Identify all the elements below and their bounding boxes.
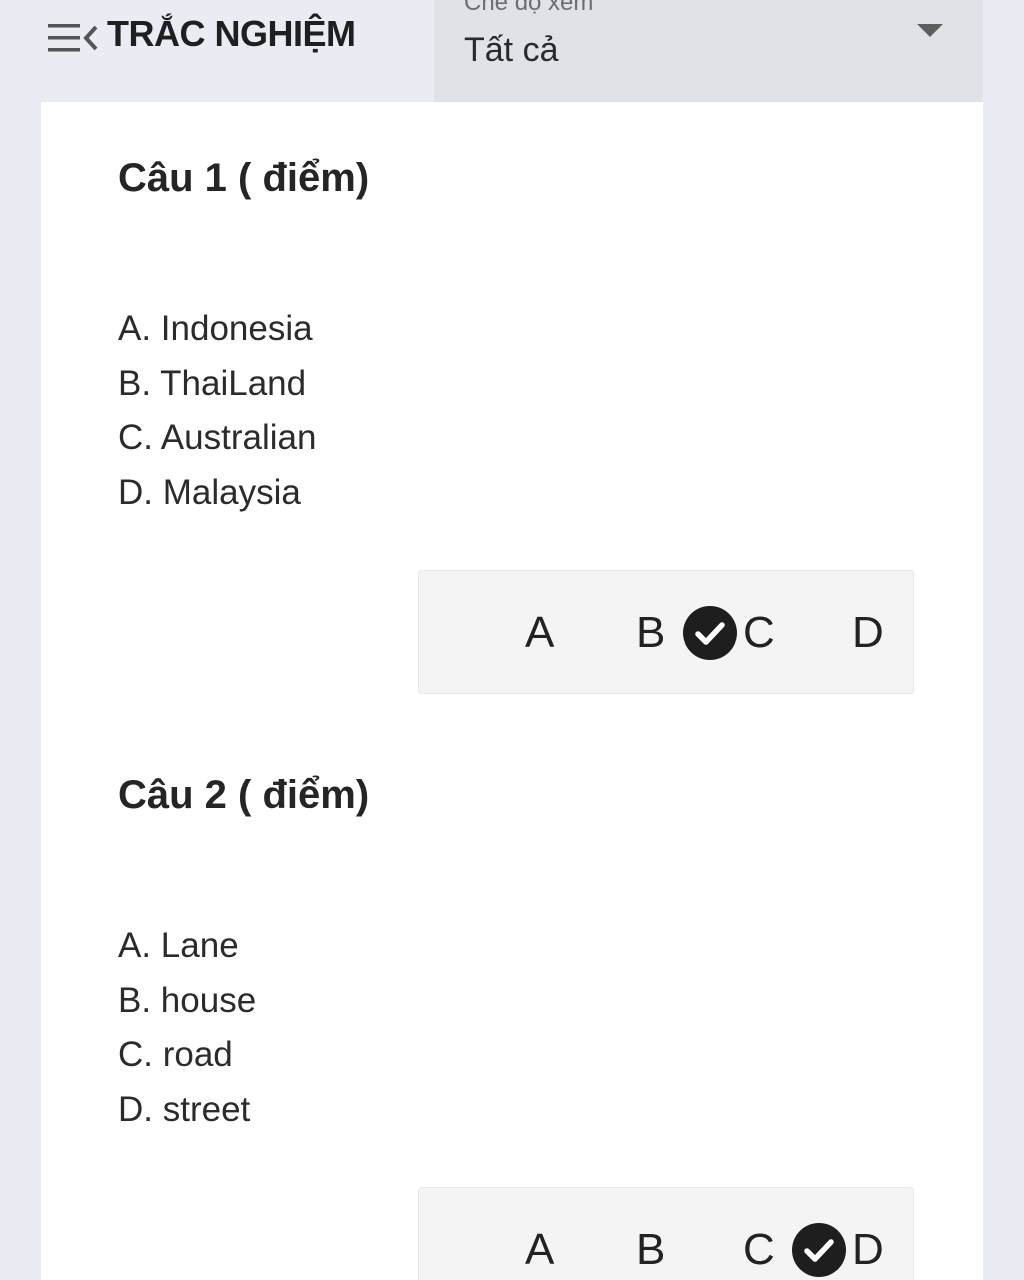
answer-letter: A [525, 608, 555, 657]
answer-choice-c[interactable]: C [743, 571, 775, 695]
answer-choice-d[interactable]: D [852, 1188, 884, 1280]
question-title: Câu 2 ( điểm) [118, 773, 370, 817]
view-mode-select[interactable]: Chế độ xem Tất cả [434, 0, 983, 102]
menu-toggle-button[interactable] [46, 18, 100, 58]
answer-letter: C [743, 608, 775, 657]
menu-collapse-icon [48, 24, 98, 52]
option-item: A. Lane [118, 926, 239, 965]
answer-choice-b[interactable]: B [636, 571, 665, 695]
answer-choice-a[interactable]: A [525, 571, 554, 695]
answer-letter: D [852, 1225, 884, 1274]
answer-bar: A B C D [418, 570, 914, 694]
view-mode-label: Chế độ xem [464, 0, 594, 16]
answer-letter: C [743, 1225, 775, 1274]
option-item: B. house [118, 980, 257, 1020]
answer-choice-c[interactable]: C [743, 1188, 775, 1280]
top-bar: TRẮC NGHIỆM Chế độ xem Tất cả [0, 0, 1024, 102]
check-circle-icon [792, 1223, 846, 1277]
option-item: A. Indonesia [118, 309, 313, 348]
chevron-down-icon [917, 24, 943, 37]
quiz-content: Câu 1 ( điểm) A. Indonesia B. ThaiLand C… [41, 102, 983, 1280]
answer-choice-d[interactable]: D [852, 571, 884, 695]
option-item: B. ThaiLand [118, 363, 307, 403]
question-title: Câu 1 ( điểm) [118, 156, 370, 200]
answer-choice-b[interactable]: B [636, 1188, 665, 1280]
answer-letter: B [636, 1225, 666, 1274]
view-mode-value: Tất cả [464, 31, 559, 69]
answer-letter: B [636, 608, 666, 657]
option-item: D. street [118, 1090, 251, 1130]
answer-bar: A B C D [418, 1187, 914, 1280]
option-item: C. Australian [118, 418, 317, 458]
check-circle-icon [683, 606, 737, 660]
option-list: A. Indonesia B. ThaiLand C. Australian D… [118, 302, 316, 521]
option-item: D. Malaysia [118, 473, 301, 513]
option-list: A. Lane B. house C. road D. street [118, 919, 256, 1138]
answer-letter: D [852, 608, 884, 657]
answer-letter: A [525, 1225, 555, 1274]
page-title: TRẮC NGHIỆM [107, 13, 356, 54]
option-item: C. road [118, 1035, 233, 1075]
answer-choice-a[interactable]: A [525, 1188, 554, 1280]
